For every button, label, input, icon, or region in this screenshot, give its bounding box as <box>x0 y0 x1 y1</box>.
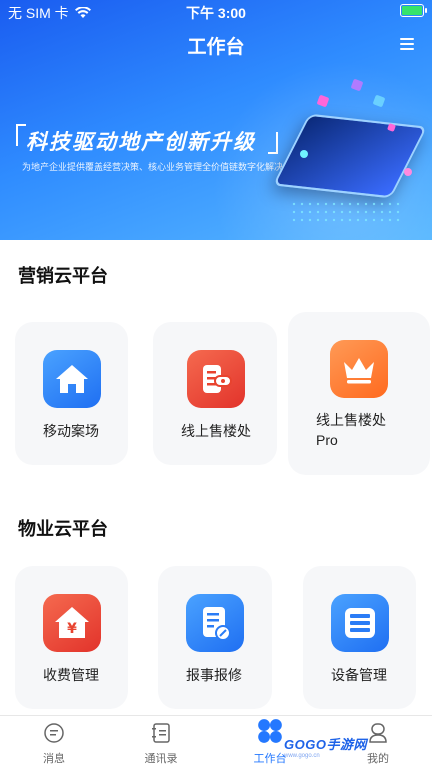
repair-doc-icon <box>186 594 244 652</box>
profile-icon <box>369 723 387 743</box>
app-card-repair-report[interactable]: 报事报修 <box>158 566 272 709</box>
status-time: 下午 3:00 <box>186 5 246 21</box>
app-label: 线上售楼处Pro <box>316 412 386 448</box>
section-title-marketing: 营销云平台 <box>18 266 108 286</box>
phone-illustration <box>272 113 428 199</box>
status-bar: 无 SIM 卡 下午 3:00 <box>0 0 432 22</box>
banner: 无 SIM 卡 下午 3:00 工作台 科技驱动地产创新升级 为地产企业提供覆盖… <box>0 0 432 240</box>
watermark-logo: GOGO手游网 www.gogo.cn <box>284 734 367 759</box>
contacts-icon <box>152 723 170 743</box>
message-icon <box>44 723 64 743</box>
app-label: 线上售楼处 <box>181 423 251 439</box>
crown-icon <box>330 340 388 398</box>
page-title: 工作台 <box>187 37 245 58</box>
app-card-online-sales-pro[interactable]: 线上售楼处Pro <box>288 312 430 475</box>
device-list-icon <box>331 594 389 652</box>
app-card-mobile-case[interactable]: 移动案场 <box>15 322 128 465</box>
app-label: 报事报修 <box>186 667 242 683</box>
banner-slogan: 科技驱动地产创新升级 <box>26 131 256 154</box>
section-title-property: 物业云平台 <box>18 519 108 539</box>
house-icon <box>43 350 101 408</box>
menu-icon[interactable] <box>400 38 414 50</box>
watermark-text: GOGO手游网 <box>284 737 367 752</box>
yuan-house-icon: ¥ <box>43 594 101 652</box>
bracket-left-decoration <box>16 124 26 146</box>
tab-messages[interactable]: 消息 <box>24 722 84 766</box>
sales-office-icon <box>187 350 245 408</box>
app-card-device-management[interactable]: 设备管理 <box>303 566 416 709</box>
battery-icon <box>400 4 427 17</box>
tab-label: 通讯录 <box>144 753 178 765</box>
cube-decoration <box>372 94 386 108</box>
tab-label: 消息 <box>43 753 65 765</box>
tab-bar: 消息 通讯录 工作台 我的 <box>0 715 432 768</box>
app-card-online-sales[interactable]: 线上售楼处 <box>153 322 277 465</box>
watermark-url: www.gogo.cn <box>284 753 320 759</box>
cube-decoration <box>316 94 330 108</box>
app-label: 设备管理 <box>331 667 387 683</box>
workbench-icon <box>258 719 282 743</box>
tab-contacts[interactable]: 通讯录 <box>131 722 191 766</box>
orb-decoration <box>300 150 308 158</box>
svg-text:¥: ¥ <box>67 621 77 637</box>
app-card-fee-management[interactable]: ¥ 收费管理 <box>15 566 128 709</box>
bracket-right-decoration <box>268 132 278 154</box>
app-label: 移动案场 <box>43 423 99 439</box>
banner-subtitle: 为地产企业提供覆盖经营决策、核心业务管理全价值链数字化解决方案 <box>22 162 302 172</box>
cube-decoration <box>350 78 364 92</box>
orb-decoration <box>404 168 412 176</box>
app-label: 收费管理 <box>43 667 99 683</box>
dots-decoration <box>290 200 400 224</box>
